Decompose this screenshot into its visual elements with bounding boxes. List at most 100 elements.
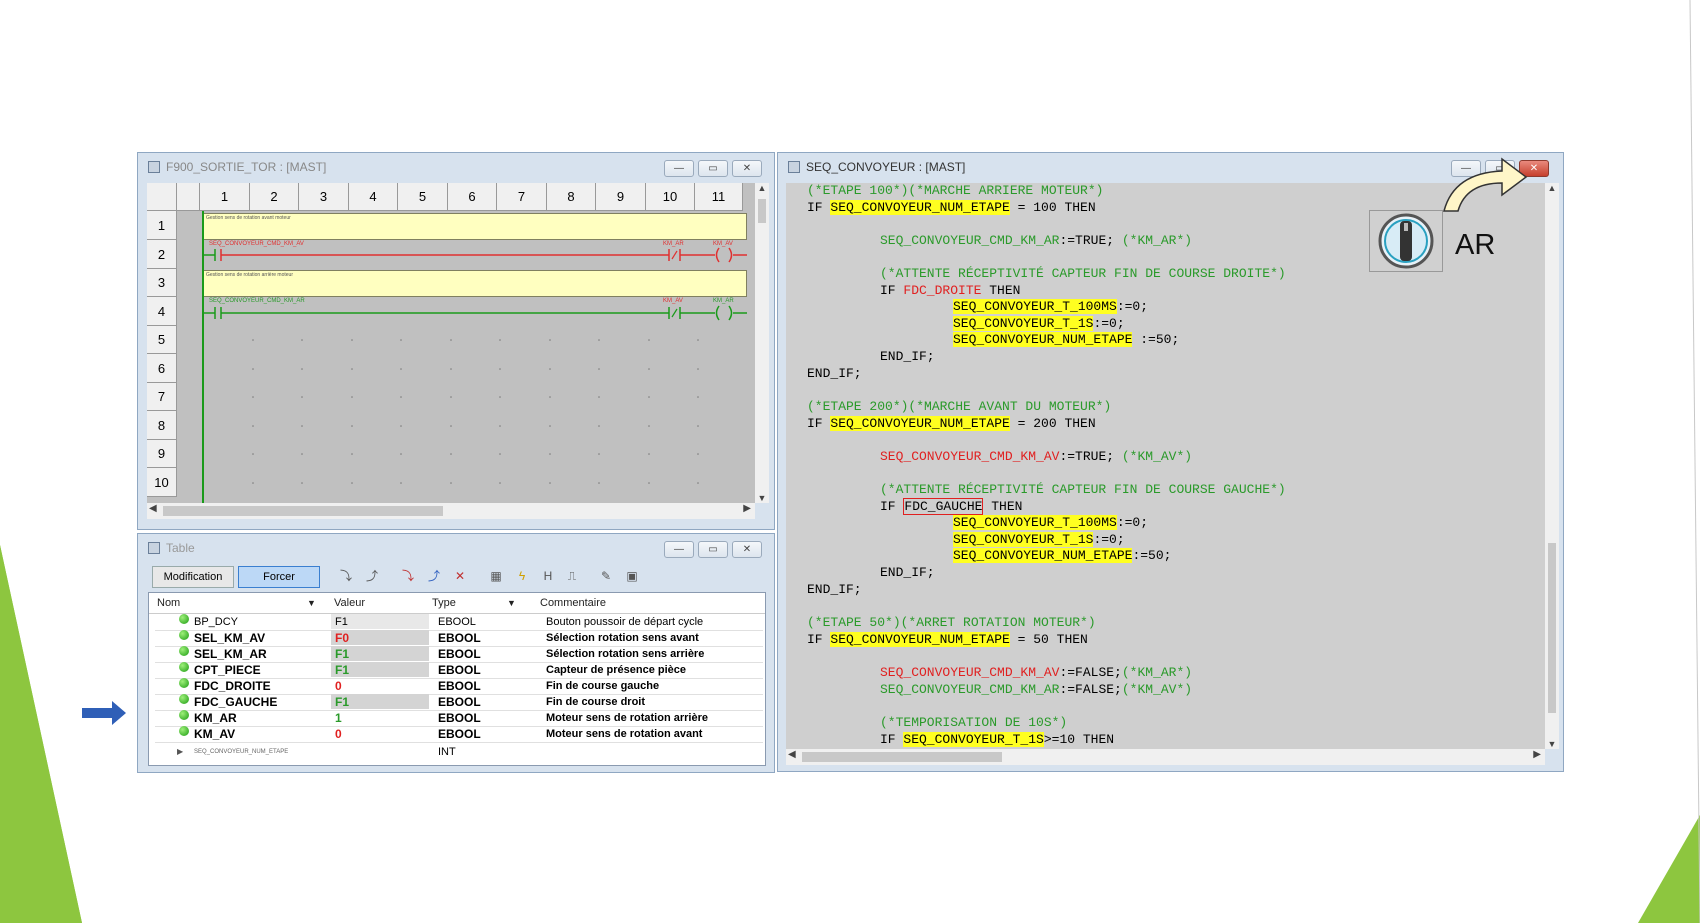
code-line: IF SEQ_CONVOYEUR_T_1S>=10 THEN <box>880 731 1115 747</box>
status-led-icon <box>179 710 189 720</box>
table-row[interactable]: BP_DCY F1 EBOOL Bouton poussoir de dépar… <box>155 614 763 631</box>
code-line: (*ATTENTE RÉCEPTIVITÉ CAPTEUR FIN DE COU… <box>880 266 1286 281</box>
var-value[interactable]: F1 <box>335 646 349 662</box>
table-toolbar: Modification Forcer ⤵ ⤴ ⤵ ⤴ ✕ ▦ ϟ H ⎍ ✎ … <box>146 562 766 590</box>
minimize-button[interactable]: — <box>664 541 694 558</box>
status-led-icon <box>179 662 189 672</box>
table-row[interactable]: FDC_GAUCHE F1 EBOOL Fin de course droit <box>155 694 763 711</box>
var-comment: Capteur de présence pièce <box>546 664 687 676</box>
code-line: (*ETAPE 100*)(*MARCHE ARRIERE MOTEUR*) <box>807 183 1104 198</box>
var-value[interactable]: F0 <box>335 630 349 646</box>
col-type-header[interactable]: Type ▼ <box>432 593 516 613</box>
var-comment: Sélection rotation sens avant <box>546 632 699 644</box>
code-line: IF SEQ_CONVOYEUR_NUM_ETAPE = 50 THEN <box>807 631 1088 647</box>
var-name: CPT_PIECE <box>194 663 261 677</box>
var-comment: Moteur sens de rotation arrière <box>546 712 708 724</box>
ladder-vscrollbar[interactable]: ▲ ▼ <box>755 183 769 503</box>
code-window: SEQ_CONVOYEUR : [MAST] — ▭ ✕ (*ETAPE 100… <box>777 152 1564 772</box>
col-comment-header: Commentaire <box>540 597 607 609</box>
col-type-label: Type <box>432 597 456 609</box>
var-comment: Moteur sens de rotation avant <box>546 728 703 740</box>
status-led-icon <box>179 694 189 704</box>
curved-arrow-icon <box>1443 157 1528 212</box>
ladder-titlebar: F900_SORTIE_TOR : [MAST] — ▭ ✕ <box>138 153 774 181</box>
grid-icon[interactable]: ▦ <box>486 566 506 586</box>
blue-arrow-icon <box>82 701 126 725</box>
sort-dropdown-icon[interactable]: ▼ <box>307 593 316 613</box>
minimize-button[interactable]: — <box>664 160 694 177</box>
status-led-icon <box>179 646 189 656</box>
maximize-button[interactable]: ▭ <box>698 160 728 177</box>
code-vscrollbar[interactable]: ▲ ▼ <box>1545 183 1559 749</box>
table-row[interactable]: FDC_DROITE 0 EBOOL Fin de course gauche <box>155 678 763 695</box>
col-name-label: Nom <box>157 597 181 609</box>
bar-icon[interactable]: H <box>538 566 558 586</box>
set-icon[interactable]: ⤴ <box>424 566 444 586</box>
var-value[interactable]: F1 <box>335 662 349 678</box>
var-name: SEQ_CONVOYEUR_NUM_ETAPE <box>194 749 289 755</box>
code-line: IF FDC_GAUCHE THEN <box>880 497 1023 515</box>
window-icon <box>148 161 160 173</box>
format-icon[interactable]: ▣ <box>622 566 642 586</box>
edit-icon[interactable]: ✎ <box>596 566 616 586</box>
code-line: IF FDC_DROITE THEN <box>880 282 1021 298</box>
status-led-icon <box>179 614 189 624</box>
ladder-diagram[interactable]: 1 2 3 4 5 6 7 8 9 10 11 1 2 3 4 5 6 7 8 … <box>147 183 755 503</box>
code-line: SEQ_CONVOYEUR_T_100MS:=0; <box>953 299 1149 314</box>
code-line: SEQ_CONVOYEUR_CMD_KM_AV:=TRUE; (*KM_AV*) <box>880 449 1193 464</box>
code-line: SEQ_CONVOYEUR_NUM_ETAPE:=50; <box>953 548 1172 563</box>
var-name: KM_AR <box>194 711 237 725</box>
code-line: IF SEQ_CONVOYEUR_NUM_ETAPE = 200 THEN <box>807 415 1096 431</box>
table-row[interactable]: KM_AV 0 EBOOL Moteur sens de rotation av… <box>155 726 763 743</box>
reset-icon[interactable]: ✕ <box>450 566 470 586</box>
ladder-window: F900_SORTIE_TOR : [MAST] — ▭ ✕ 1 2 3 4 5… <box>137 152 775 530</box>
close-button[interactable]: ✕ <box>732 541 762 558</box>
unforce-icon[interactable]: ⤵ <box>398 566 418 586</box>
table-row[interactable]: CPT_PIECE F1 EBOOL Capteur de présence p… <box>155 662 763 679</box>
pulse-icon[interactable]: ⎍ <box>562 566 582 586</box>
code-line: END_IF; <box>880 349 935 364</box>
var-type: EBOOL <box>438 679 481 693</box>
var-value[interactable]: 0 <box>335 726 342 742</box>
code-line: (*TEMPORISATION DE 10S*) <box>880 715 1068 730</box>
code-line: (*ETAPE 200*)(*MARCHE AVANT DU MOTEUR*) <box>807 399 1112 414</box>
code-line: SEQ_CONVOYEUR_CMD_KM_AR:=FALSE;(*KM_AV*) <box>880 681 1193 697</box>
expand-icon[interactable]: ▶ <box>177 744 183 760</box>
close-button[interactable]: ✕ <box>732 160 762 177</box>
code-line: SEQ_CONVOYEUR_CMD_KM_AV:=FALSE;(*KM_AR*) <box>880 665 1193 680</box>
var-value[interactable]: F1 <box>335 694 349 710</box>
table-row[interactable]: KM_AR 1 EBOOL Moteur sens de rotation ar… <box>155 710 763 727</box>
code-title: SEQ_CONVOYEUR : [MAST] <box>806 160 966 174</box>
maximize-button[interactable]: ▭ <box>698 541 728 558</box>
forcer-button[interactable]: Forcer <box>238 566 320 588</box>
table-window-icon <box>148 542 160 554</box>
var-type: EBOOL <box>438 663 481 677</box>
ar-label: AR <box>1455 229 1496 261</box>
col-name-header[interactable]: Nom ▼ <box>157 593 316 613</box>
table-title: Table <box>166 541 195 555</box>
status-led-icon <box>179 678 189 688</box>
animation-table: Nom ▼ Valeur Type ▼ Commentaire BP_DCY F… <box>148 592 766 766</box>
var-type: EBOOL <box>438 695 481 709</box>
table-window: Table — ▭ ✕ Modification Forcer ⤵ ⤴ ⤵ ⤴ … <box>137 533 775 773</box>
force-1-icon[interactable]: ⤴ <box>362 566 382 586</box>
table-row[interactable]: ▶ SEQ_CONVOYEUR_NUM_ETAPE INT <box>155 744 763 760</box>
var-value[interactable]: F1 <box>335 614 348 630</box>
type-dropdown-icon[interactable]: ▼ <box>507 593 516 613</box>
selector-switch-icon <box>1369 210 1443 272</box>
code-line: END_IF; <box>807 365 862 381</box>
var-value[interactable]: 0 <box>335 678 342 694</box>
var-name: FDC_GAUCHE <box>194 695 278 709</box>
var-type: EBOOL <box>438 711 481 725</box>
code-hscrollbar[interactable]: ◀ ▶ <box>786 749 1545 765</box>
var-comment: Fin de course gauche <box>546 680 660 692</box>
var-comment: Sélection rotation sens arrière <box>546 648 705 660</box>
modification-button[interactable]: Modification <box>152 566 234 588</box>
table-row[interactable]: SEL_KM_AR F1 EBOOL Sélection rotation se… <box>155 646 763 663</box>
var-value[interactable]: 1 <box>335 710 342 726</box>
force-0-icon[interactable]: ⤵ <box>336 566 356 586</box>
table-row[interactable]: SEL_KM_AV F0 EBOOL Sélection rotation se… <box>155 630 763 647</box>
st-window-icon <box>788 161 800 173</box>
lightning-icon[interactable]: ϟ <box>512 566 532 586</box>
ladder-hscrollbar[interactable]: ◀ ▶ <box>147 503 755 519</box>
